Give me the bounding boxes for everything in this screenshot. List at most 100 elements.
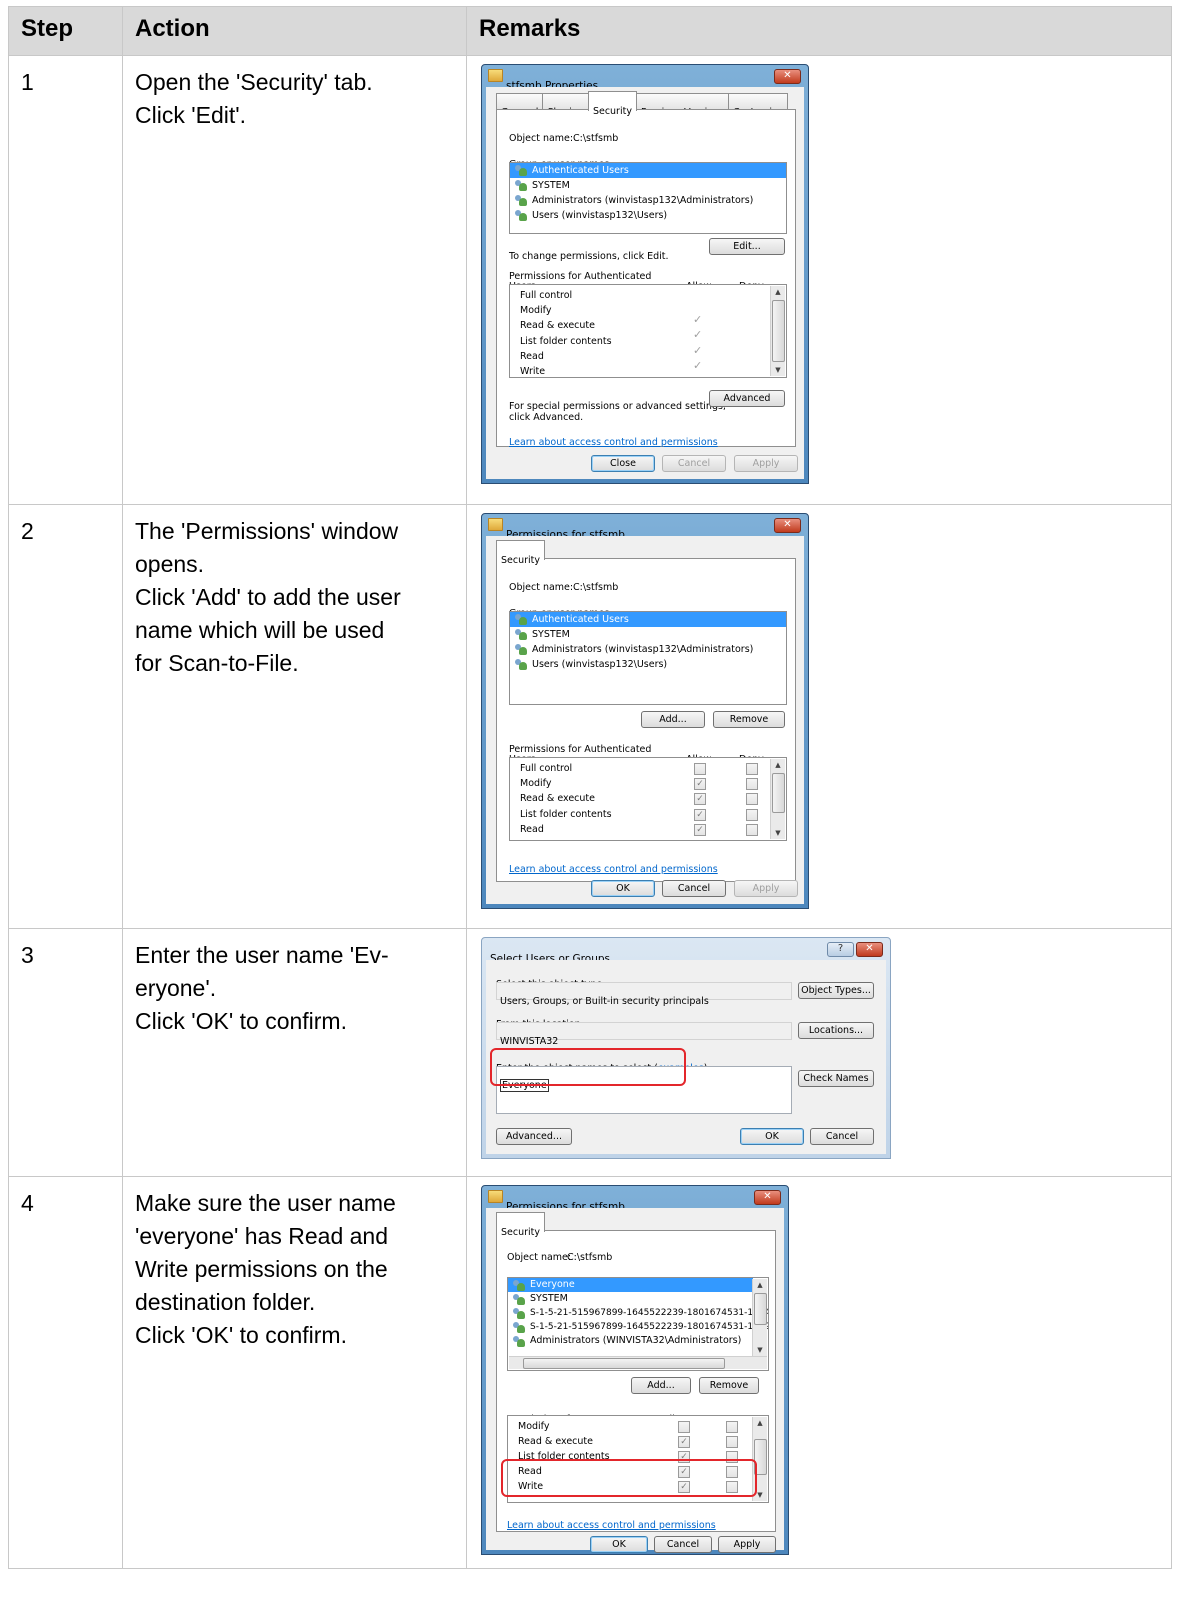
- list-item[interactable]: Administrators (WINVISTA32\Administrator…: [508, 1334, 768, 1348]
- locations-button[interactable]: Locations...: [798, 1022, 874, 1039]
- list-item[interactable]: S-1-5-21-515967899-1645522239-1801674531…: [508, 1306, 768, 1320]
- title-bar: Permissions for stfsmb ✕: [482, 514, 808, 541]
- remove-button[interactable]: Remove: [699, 1377, 759, 1394]
- users-icon: [515, 210, 528, 221]
- cancel-button[interactable]: Cancel: [662, 455, 726, 472]
- vertical-scrollbar[interactable]: ▲ ▼: [770, 286, 785, 376]
- header-step: Step: [8, 6, 123, 56]
- deny-checkbox[interactable]: [746, 824, 758, 836]
- remove-button[interactable]: Remove: [713, 711, 785, 728]
- list-item[interactable]: SYSTEM: [508, 1292, 768, 1306]
- user-list[interactable]: Authenticated Users SYSTEM Administrator…: [509, 611, 787, 705]
- scroll-up-icon[interactable]: ▲: [753, 1417, 767, 1429]
- user-list[interactable]: Everyone SYSTEM S-1-5-21-515967899-16455…: [507, 1277, 769, 1371]
- tab-general[interactable]: General: [496, 93, 544, 118]
- deny-checkbox[interactable]: [746, 763, 758, 775]
- close-icon[interactable]: ✕: [754, 1190, 781, 1205]
- close-button[interactable]: Close: [591, 455, 655, 472]
- close-icon[interactable]: ✕: [774, 69, 801, 84]
- remarks-cell: Permissions for stfsmb ✕ Security Object…: [466, 1176, 1172, 1569]
- help-icon[interactable]: ?: [827, 942, 854, 957]
- allow-checkbox[interactable]: ✓: [678, 1436, 690, 1448]
- remarks-cell: Permissions for stfsmb ✕ Security Object…: [466, 504, 1172, 929]
- allow-checkbox[interactable]: ✓: [694, 778, 706, 790]
- horizontal-scrollbar[interactable]: [509, 1356, 767, 1369]
- tab-security[interactable]: Security: [496, 540, 546, 566]
- scroll-thumb[interactable]: [523, 1358, 725, 1369]
- action-line: for Scan-to-File.: [135, 650, 299, 676]
- action-line: Click 'Add' to add the user: [135, 584, 401, 610]
- allow-checkbox[interactable]: [694, 763, 706, 775]
- deny-checkbox[interactable]: [746, 793, 758, 805]
- action-line: Open the 'Security' tab.: [135, 69, 373, 95]
- action-line: Write permissions on the: [135, 1256, 388, 1282]
- security-panel: Object name: C:\stfsmb Group or user nam…: [496, 558, 796, 882]
- user-list[interactable]: Authenticated Users SYSTEM Administrator…: [509, 162, 787, 234]
- deny-checkbox[interactable]: [746, 809, 758, 821]
- action-line: Make sure the user name: [135, 1190, 396, 1216]
- scroll-thumb[interactable]: [754, 1293, 767, 1325]
- cancel-button[interactable]: Cancel: [662, 880, 726, 897]
- scroll-down-icon[interactable]: ▼: [771, 827, 785, 839]
- action-line: 'everyone' has Read and: [135, 1223, 389, 1249]
- check-names-button[interactable]: Check Names: [798, 1070, 874, 1087]
- tab-sharing[interactable]: Sharing: [542, 93, 589, 118]
- table-row: 4 Make sure the user name 'everyone' has…: [8, 1176, 1172, 1569]
- scroll-down-icon[interactable]: ▼: [771, 364, 785, 376]
- list-item[interactable]: Administrators (winvistasp132\Administra…: [510, 193, 786, 208]
- cancel-button[interactable]: Cancel: [810, 1128, 874, 1145]
- advanced-button[interactable]: Advanced...: [496, 1128, 572, 1145]
- tab-security[interactable]: Security: [496, 1212, 546, 1238]
- list-item[interactable]: SYSTEM: [510, 178, 786, 193]
- allow-checkbox[interactable]: [678, 1421, 690, 1433]
- add-button[interactable]: Add...: [631, 1377, 691, 1394]
- list-item[interactable]: Administrators (winvistasp132\Administra…: [510, 642, 786, 657]
- vertical-scrollbar[interactable]: ▲ ▼: [770, 759, 785, 839]
- ok-button[interactable]: OK: [590, 1536, 648, 1553]
- deny-checkbox[interactable]: [726, 1436, 738, 1448]
- vertical-scrollbar[interactable]: ▲ ▼: [752, 1279, 767, 1356]
- object-types-button[interactable]: Object Types...: [798, 982, 874, 999]
- edit-button[interactable]: Edit...: [709, 238, 785, 255]
- permissions-list[interactable]: Full control Modify Read & execute List …: [509, 284, 787, 378]
- list-item[interactable]: Users (winvistasp132\Users): [510, 208, 786, 223]
- allow-checkbox[interactable]: ✓: [694, 793, 706, 805]
- permission-row: Read: [520, 351, 544, 362]
- scroll-up-icon[interactable]: ▲: [753, 1279, 767, 1291]
- close-icon[interactable]: ✕: [856, 942, 883, 957]
- advanced-button[interactable]: Advanced: [709, 390, 785, 407]
- users-icon: [515, 644, 528, 655]
- list-item[interactable]: SYSTEM: [510, 627, 786, 642]
- deny-checkbox[interactable]: [746, 778, 758, 790]
- scroll-thumb[interactable]: [772, 773, 785, 813]
- close-icon[interactable]: ✕: [774, 518, 801, 533]
- scroll-up-icon[interactable]: ▲: [771, 759, 785, 771]
- list-item[interactable]: Everyone: [508, 1278, 753, 1292]
- list-item[interactable]: Authenticated Users: [510, 612, 786, 627]
- title-bar: Permissions for stfsmb ✕: [482, 1186, 788, 1213]
- allow-checkbox[interactable]: ✓: [694, 809, 706, 821]
- scroll-up-icon[interactable]: ▲: [771, 286, 785, 298]
- allow-checkbox[interactable]: ✓: [694, 824, 706, 836]
- step-number: 4: [8, 1176, 123, 1569]
- properties-window: stfsmb Properties ✕ General Sharing Secu…: [481, 64, 809, 484]
- scroll-down-icon[interactable]: ▼: [753, 1344, 767, 1356]
- list-item[interactable]: Users (winvistasp132\Users): [510, 657, 786, 672]
- apply-button[interactable]: Apply: [734, 880, 798, 897]
- tab-previous-versions[interactable]: Previous Versions: [635, 93, 730, 118]
- permissions-list[interactable]: Full control Modify Read & execute List …: [509, 757, 787, 841]
- apply-button[interactable]: Apply: [718, 1536, 776, 1553]
- list-item[interactable]: S-1-5-21-515967899-1645522239-1801674531…: [508, 1320, 768, 1334]
- scroll-thumb[interactable]: [772, 300, 785, 362]
- ok-button[interactable]: OK: [740, 1128, 804, 1145]
- tab-security[interactable]: Security: [587, 91, 637, 117]
- add-button[interactable]: Add...: [641, 711, 705, 728]
- tab-customize[interactable]: Customize: [728, 93, 788, 118]
- permission-row: Full control: [520, 290, 573, 301]
- apply-button[interactable]: Apply: [734, 455, 798, 472]
- action-line: Click 'Edit'.: [135, 102, 247, 128]
- ok-button[interactable]: OK: [591, 880, 655, 897]
- list-item[interactable]: Authenticated Users: [510, 163, 786, 178]
- cancel-button[interactable]: Cancel: [654, 1536, 712, 1553]
- deny-checkbox[interactable]: [726, 1421, 738, 1433]
